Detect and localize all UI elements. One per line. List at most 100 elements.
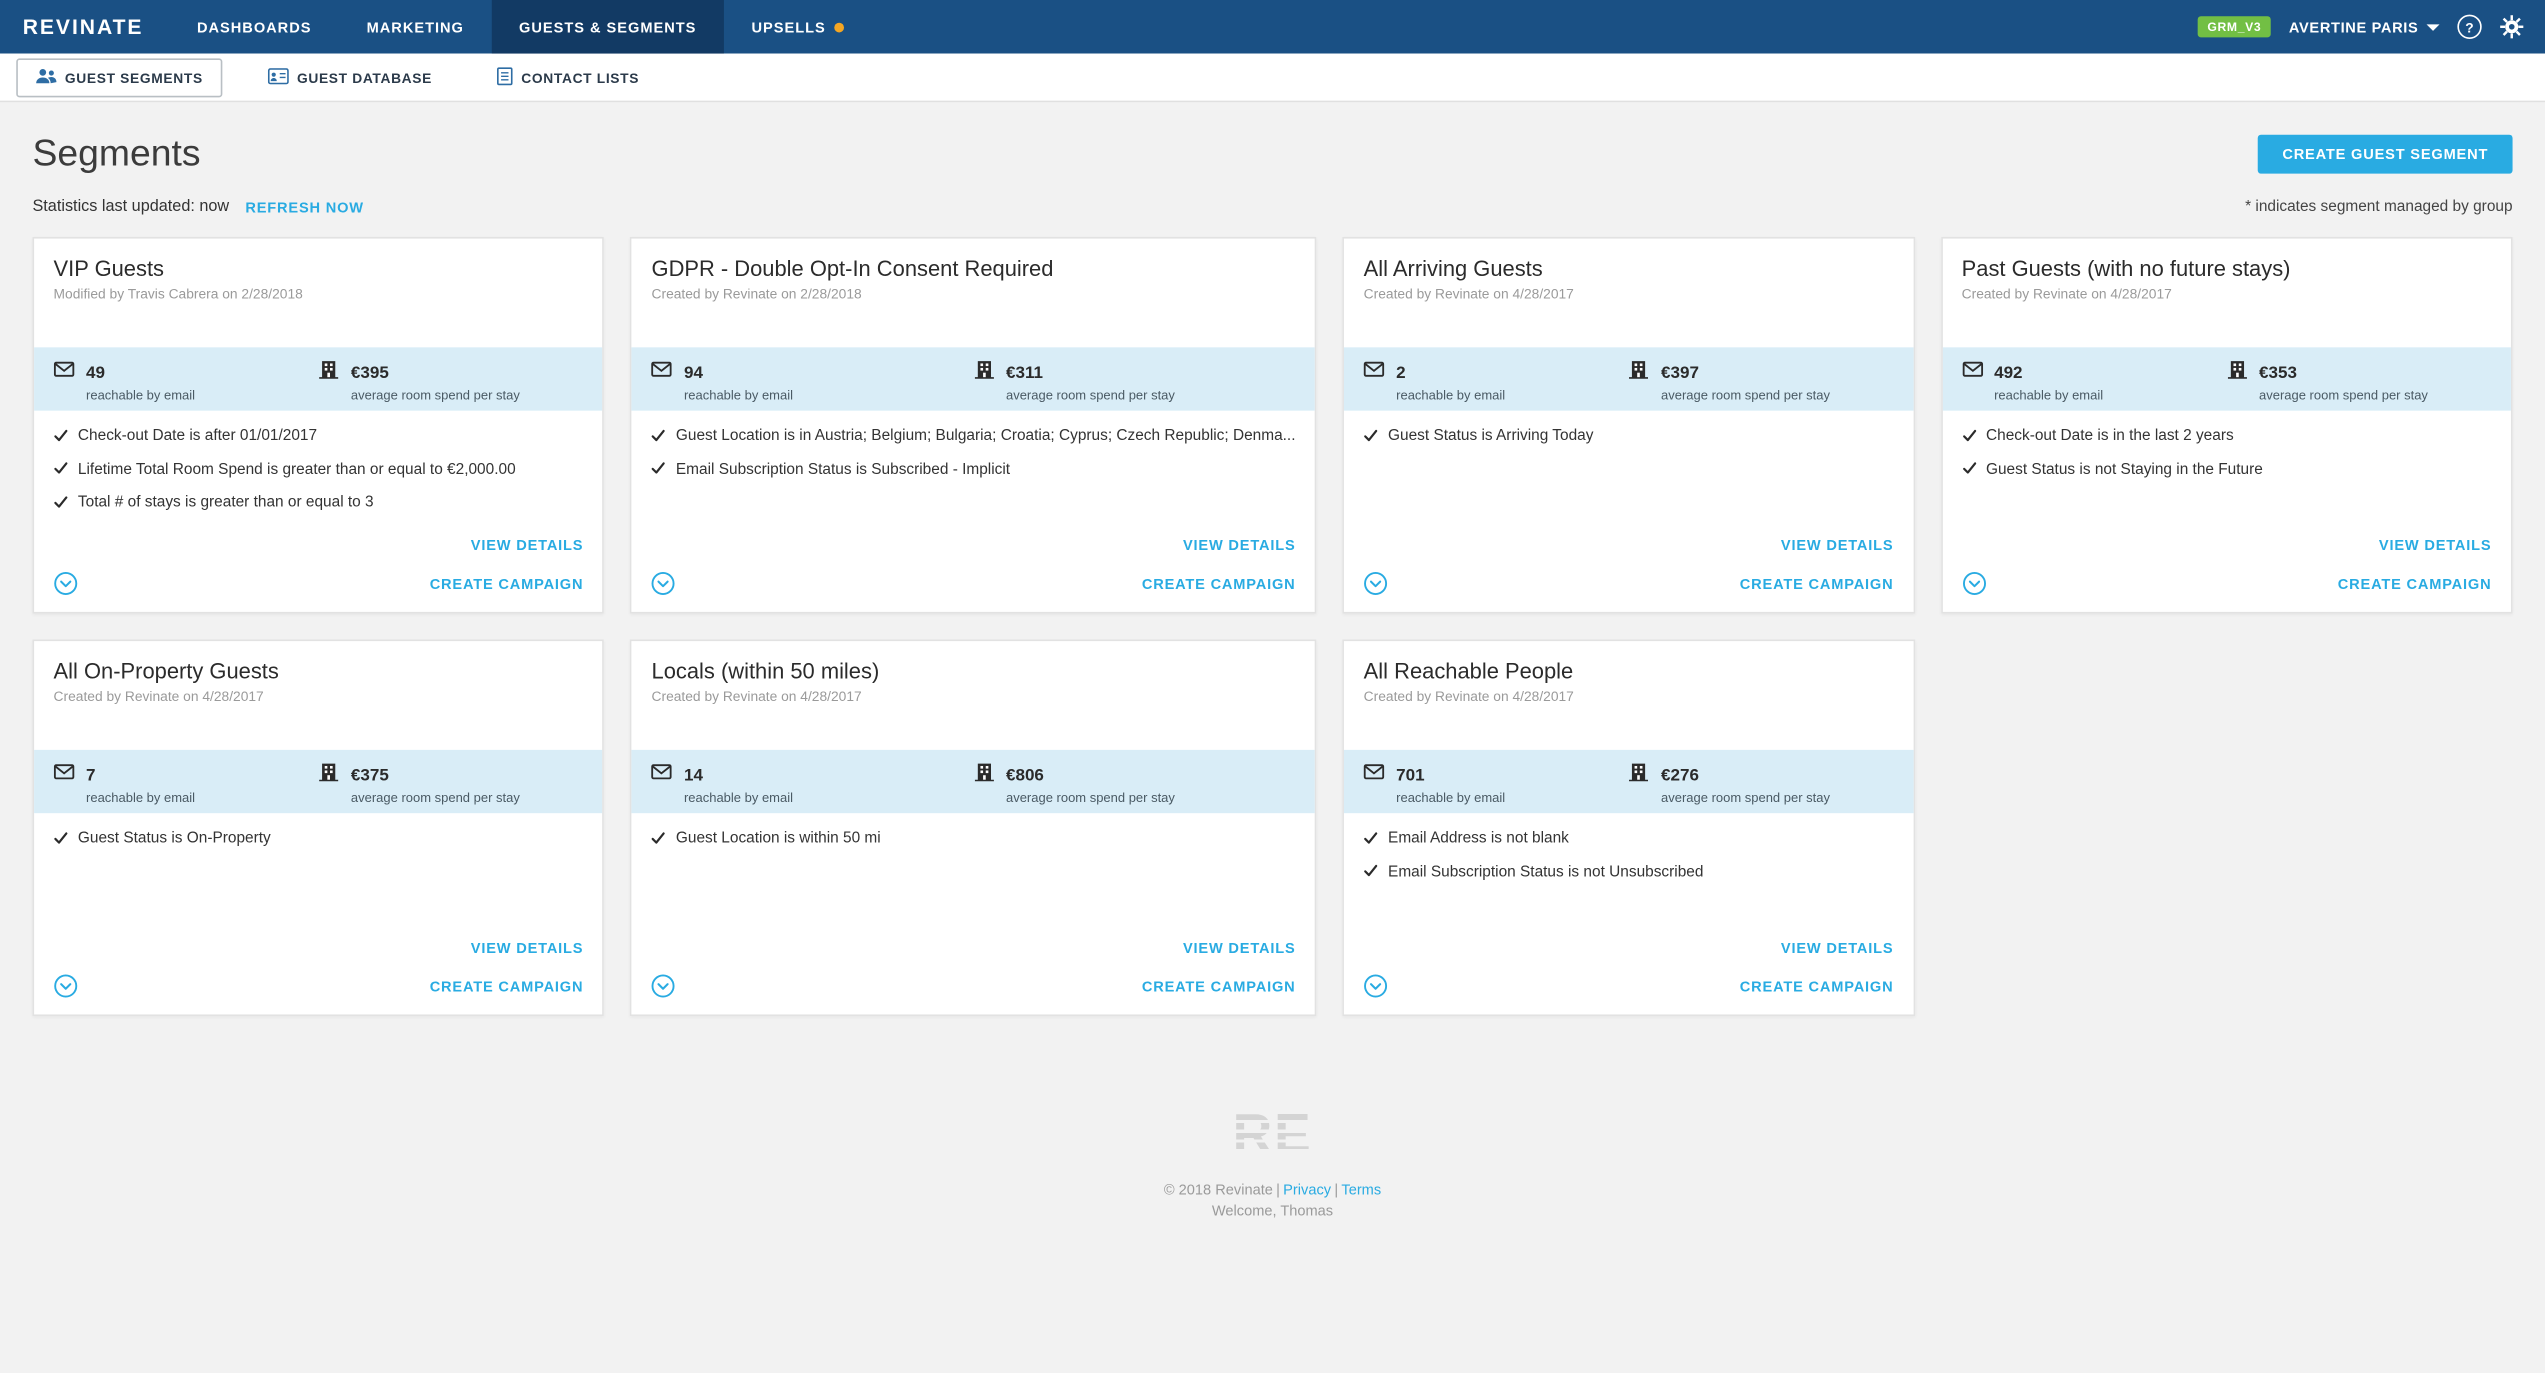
create-campaign-link[interactable]: CREATE CAMPAIGN xyxy=(1740,575,1894,591)
subnav-item-label: GUEST DATABASE xyxy=(296,68,433,86)
tab-dashboards[interactable]: DASHBOARDS xyxy=(169,0,339,54)
refresh-now-link[interactable]: REFRESH NOW xyxy=(245,199,363,215)
avg-spend-label: average room spend per stay xyxy=(350,387,520,403)
avg-spend-stat: €806 average room spend per stay xyxy=(974,760,1296,805)
email-count-label: reachable by email xyxy=(683,387,793,403)
segment-card: VIP Guests Modified by Travis Cabrera on… xyxy=(32,236,605,614)
view-details-link[interactable]: VIEW DETAILS xyxy=(1962,537,2492,553)
segment-card-header: All Arriving Guests Created by Revinate … xyxy=(1344,239,1913,348)
criteria-text: Total # of stays is greater than or equa… xyxy=(77,493,374,512)
view-details-link[interactable]: VIEW DETAILS xyxy=(54,537,584,553)
create-campaign-link[interactable]: CREATE CAMPAIGN xyxy=(430,575,584,591)
subnav-item-guest-database[interactable]: GUEST DATABASE xyxy=(248,58,451,97)
view-details-link[interactable]: VIEW DETAILS xyxy=(652,940,1296,956)
segment-stats-band: 49 reachable by email €395 average room … xyxy=(34,347,603,411)
chevron-down-circle-icon[interactable] xyxy=(652,571,676,596)
stats-updated-text: Statistics last updated: now xyxy=(32,198,230,216)
check-icon xyxy=(1364,428,1379,447)
building-icon xyxy=(974,359,995,388)
subnav-item-label: CONTACT LISTS xyxy=(521,68,640,86)
create-guest-segment-button[interactable]: CREATE GUEST SEGMENT xyxy=(2257,133,2513,173)
segment-card-header: Locals (within 50 miles) Created by Revi… xyxy=(632,641,1315,750)
check-icon xyxy=(54,461,69,480)
reachable-by-email-stat: 14 reachable by email xyxy=(651,760,974,806)
gear-icon[interactable] xyxy=(2500,15,2524,39)
criteria-item: Email Subscription Status is Subscribed … xyxy=(652,460,1296,480)
avg-spend-label: average room spend per stay xyxy=(1005,790,1175,806)
email-count-label: reachable by email xyxy=(683,790,793,806)
privacy-link[interactable]: Privacy xyxy=(1283,1182,1331,1198)
email-count: 14 xyxy=(683,766,703,786)
create-campaign-link[interactable]: CREATE CAMPAIGN xyxy=(430,978,584,994)
envelope-icon xyxy=(1364,761,1385,790)
check-icon xyxy=(652,461,667,480)
segment-card-bottom-row: CREATE CAMPAIGN xyxy=(652,571,1296,596)
check-icon xyxy=(1364,863,1379,882)
subnav-item-contact-lists[interactable]: CONTACT LISTS xyxy=(477,56,658,98)
chevron-down-circle-icon[interactable] xyxy=(652,974,676,998)
segment-criteria-list: Check-out Date is in the last 2 years Gu… xyxy=(1942,427,2511,537)
envelope-icon xyxy=(651,761,673,790)
chevron-down-circle-icon[interactable] xyxy=(1962,571,1986,596)
criteria-text: Email Address is not blank xyxy=(1388,829,1569,848)
avg-spend-stat: €353 average room spend per stay xyxy=(2227,357,2492,403)
avg-spend-value: €353 xyxy=(2259,363,2297,384)
email-count: 701 xyxy=(1396,766,1425,786)
segment-stats-band: 94 reachable by email €311 average room … xyxy=(632,347,1315,411)
view-details-link[interactable]: VIEW DETAILS xyxy=(652,537,1296,553)
avg-spend-label: average room spend per stay xyxy=(1661,790,1830,806)
segment-card: Past Guests (with no future stays) Creat… xyxy=(1940,236,2513,614)
building-icon xyxy=(318,359,339,388)
tab-guests-and-segments[interactable]: GUESTS & SEGMENTS xyxy=(491,0,724,54)
segment-cards-grid: VIP Guests Modified by Travis Cabrera on… xyxy=(0,236,2545,1017)
reachable-by-email-stat: 701 reachable by email xyxy=(1364,760,1629,805)
segment-subtitle: Created by Revinate on 4/28/2017 xyxy=(651,688,862,705)
tab-upsells[interactable]: UPSELLS xyxy=(724,0,871,54)
segment-card-actions: VIEW DETAILS CREATE CAMPAIGN xyxy=(632,537,1315,612)
envelope-icon xyxy=(53,761,75,790)
chevron-down-circle-icon[interactable] xyxy=(1364,571,1388,596)
avg-spend-stat: €395 average room spend per stay xyxy=(318,357,583,403)
app-viewport: REVINATE DASHBOARDS MARKETING GUESTS & S… xyxy=(0,0,2545,1373)
terms-link[interactable]: Terms xyxy=(1341,1182,1381,1198)
reachable-by-email-stat: 94 reachable by email xyxy=(651,357,974,403)
create-campaign-link[interactable]: CREATE CAMPAIGN xyxy=(2338,575,2492,591)
avg-spend-label: average room spend per stay xyxy=(2259,387,2428,403)
segment-stats-band: 492 reachable by email €353 average room… xyxy=(1942,347,2511,411)
envelope-icon xyxy=(53,359,75,388)
chevron-down-circle-icon[interactable] xyxy=(54,571,78,596)
create-campaign-link[interactable]: CREATE CAMPAIGN xyxy=(1142,978,1296,994)
chevron-down-circle-icon[interactable] xyxy=(54,974,78,998)
view-details-link[interactable]: VIEW DETAILS xyxy=(1364,537,1894,553)
email-count-label: reachable by email xyxy=(86,387,196,403)
segment-card-header: GDPR - Double Opt-In Consent Required Cr… xyxy=(632,239,1315,348)
view-details-link[interactable]: VIEW DETAILS xyxy=(1364,940,1894,956)
segment-title: GDPR - Double Opt-In Consent Required xyxy=(651,256,1054,281)
subnav-item-guest-segments[interactable]: GUEST SEGMENTS xyxy=(16,57,223,97)
email-count-label: reachable by email xyxy=(1396,387,1506,403)
help-icon[interactable]: ? xyxy=(2457,14,2482,39)
criteria-text: Check-out Date is after 01/01/2017 xyxy=(77,426,318,445)
envelope-icon xyxy=(1962,359,1983,388)
segment-criteria-list: Guest Location is in Austria; Belgium; B… xyxy=(632,427,1315,537)
criteria-item: Guest Location is within 50 mi xyxy=(652,829,1296,849)
segment-card-header: Past Guests (with no future stays) Creat… xyxy=(1942,239,2511,348)
segment-title: VIP Guests xyxy=(53,256,165,281)
revinate-logo[interactable]: REVINATE xyxy=(0,0,169,54)
email-count: 94 xyxy=(683,363,703,384)
criteria-text: Guest Location is in Austria; Belgium; B… xyxy=(675,426,1296,445)
create-campaign-link[interactable]: CREATE CAMPAIGN xyxy=(1142,575,1296,591)
email-count-label: reachable by email xyxy=(1994,387,2104,403)
segment-card: All On-Property Guests Created by Revina… xyxy=(32,639,605,1017)
tab-marketing[interactable]: MARKETING xyxy=(339,0,491,54)
criteria-item: Check-out Date is in the last 2 years xyxy=(1962,427,2492,447)
footer-separator: | xyxy=(1276,1181,1280,1198)
check-icon xyxy=(1962,428,1977,447)
chevron-down-circle-icon[interactable] xyxy=(1364,974,1388,998)
segment-criteria-list: Guest Status is On-Property xyxy=(34,829,603,939)
email-count: 49 xyxy=(86,363,105,384)
account-menu[interactable]: AVERTINE PARIS xyxy=(2289,19,2440,35)
view-details-link[interactable]: VIEW DETAILS xyxy=(54,940,584,956)
create-campaign-link[interactable]: CREATE CAMPAIGN xyxy=(1740,978,1894,994)
segment-title: All Arriving Guests xyxy=(1363,256,1543,281)
